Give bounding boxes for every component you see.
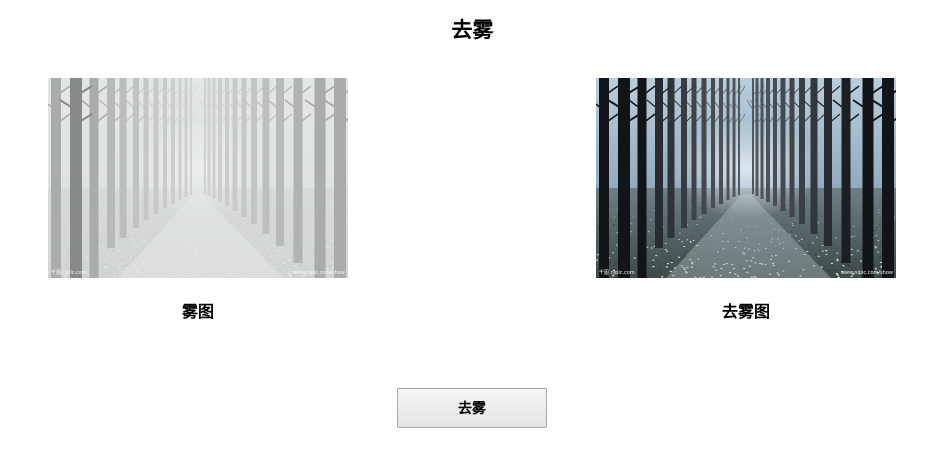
watermark-left: 千图 nipic.com: [599, 269, 635, 276]
watermark-right: www.nipic.com/show: [293, 270, 345, 276]
dehazed-image-caption: 去雾图: [721, 302, 770, 321]
foggy-image-caption: 雾图: [181, 302, 214, 321]
watermark-left: 千图 nipic.com: [51, 269, 87, 276]
window-title: 去雾: [451, 18, 494, 42]
dehaze-button[interactable]: 去雾: [397, 388, 547, 428]
dehazed-image: 千图 nipic.com www.nipic.com/show: [596, 78, 896, 278]
foggy-image: 千图 nipic.com www.nipic.com/show: [48, 78, 348, 278]
watermark-right: www.nipic.com/show: [841, 270, 893, 276]
